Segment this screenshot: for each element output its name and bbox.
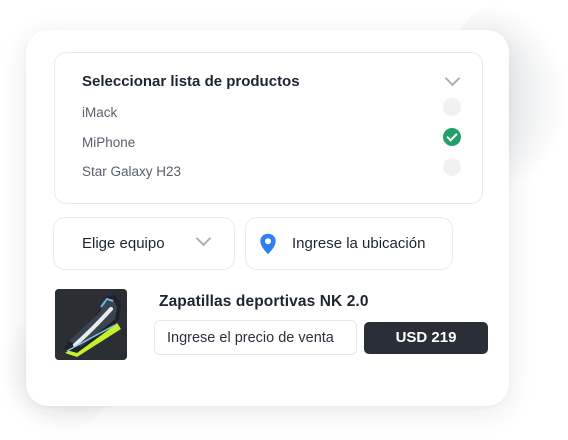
chevron-down-icon[interactable]	[444, 70, 461, 87]
product-option-label[interactable]: Star Galaxy H23	[82, 164, 181, 179]
team-dropdown[interactable]: Elige equipo	[53, 217, 235, 270]
team-dropdown-label: Elige equipo	[82, 235, 165, 252]
location-label: Ingrese la ubicación	[292, 235, 426, 252]
radio-button[interactable]	[443, 98, 461, 116]
product-option-label[interactable]: MiPhone	[82, 135, 135, 150]
product-title: Zapatillas deportivas NK 2.0	[159, 293, 369, 310]
sneaker-icon	[55, 289, 127, 360]
chevron-down-icon	[195, 230, 212, 247]
product-image	[55, 289, 127, 360]
location-field[interactable]: Ingrese la ubicación	[245, 217, 453, 270]
sale-price-input[interactable]	[154, 320, 357, 355]
product-list-selector[interactable]: Seleccionar lista de productos iMack MiP…	[54, 52, 483, 204]
price-button[interactable]: USD 219	[364, 322, 488, 354]
radio-button[interactable]	[443, 158, 461, 176]
checked-radio-icon[interactable]	[443, 128, 461, 146]
form-card: Seleccionar lista de productos iMack MiP…	[26, 30, 509, 406]
location-pin-icon	[260, 233, 276, 255]
product-list-title: Seleccionar lista de productos	[82, 73, 300, 90]
product-option-label[interactable]: iMack	[82, 105, 117, 120]
